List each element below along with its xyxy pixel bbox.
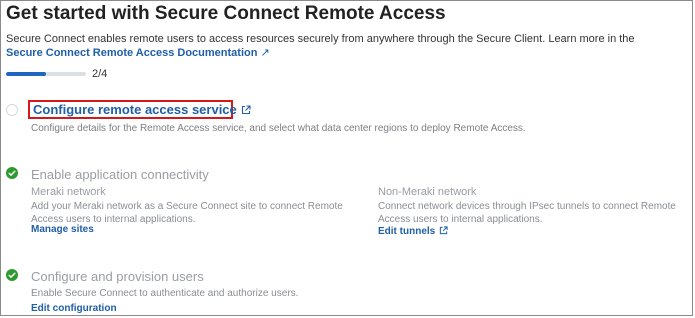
intro-text: Secure Connect enables remote users to a…: [6, 33, 635, 45]
edit-tunnels-label: Edit tunnels: [378, 226, 436, 237]
documentation-link[interactable]: Secure Connect Remote Access Documentati…: [6, 46, 270, 59]
edit-configuration-link[interactable]: Edit configuration: [31, 303, 117, 314]
progress-label: 2/4: [92, 68, 108, 80]
progress-bar: [6, 72, 86, 76]
meraki-network-title: Meraki network: [31, 186, 106, 198]
step-1-description: Configure details for the Remote Access …: [31, 123, 526, 134]
non-meraki-network-title: Non-Meraki network: [378, 186, 477, 198]
documentation-link-label: Secure Connect Remote Access Documentati…: [6, 47, 258, 59]
get-started-panel: Get started with Secure Connect Remote A…: [0, 0, 693, 316]
step-3-description: Enable Secure Connect to authenticate an…: [31, 288, 299, 299]
progress-bar-fill: [6, 72, 46, 76]
arrow-up-right-icon: ↗: [260, 47, 270, 59]
manage-sites-link[interactable]: Manage sites: [31, 224, 94, 235]
step-1-title: Configure remote access service: [33, 102, 237, 117]
step-pending-icon: [6, 104, 18, 116]
step-3-title: Configure and provision users: [31, 269, 204, 284]
configure-remote-access-link[interactable]: Configure remote access service: [33, 102, 251, 117]
external-link-icon: [241, 105, 251, 115]
page-title: Get started with Secure Connect Remote A…: [6, 3, 446, 24]
step-2-title: Enable application connectivity: [31, 167, 209, 182]
edit-tunnels-link[interactable]: Edit tunnels: [378, 226, 448, 237]
checkmark-icon: [6, 167, 18, 179]
non-meraki-network-description: Connect network devices through IPsec tu…: [378, 201, 676, 225]
meraki-network-description: Add your Meraki network as a Secure Conn…: [31, 201, 343, 225]
checkmark-icon: [6, 269, 18, 281]
external-link-icon: [440, 226, 448, 235]
